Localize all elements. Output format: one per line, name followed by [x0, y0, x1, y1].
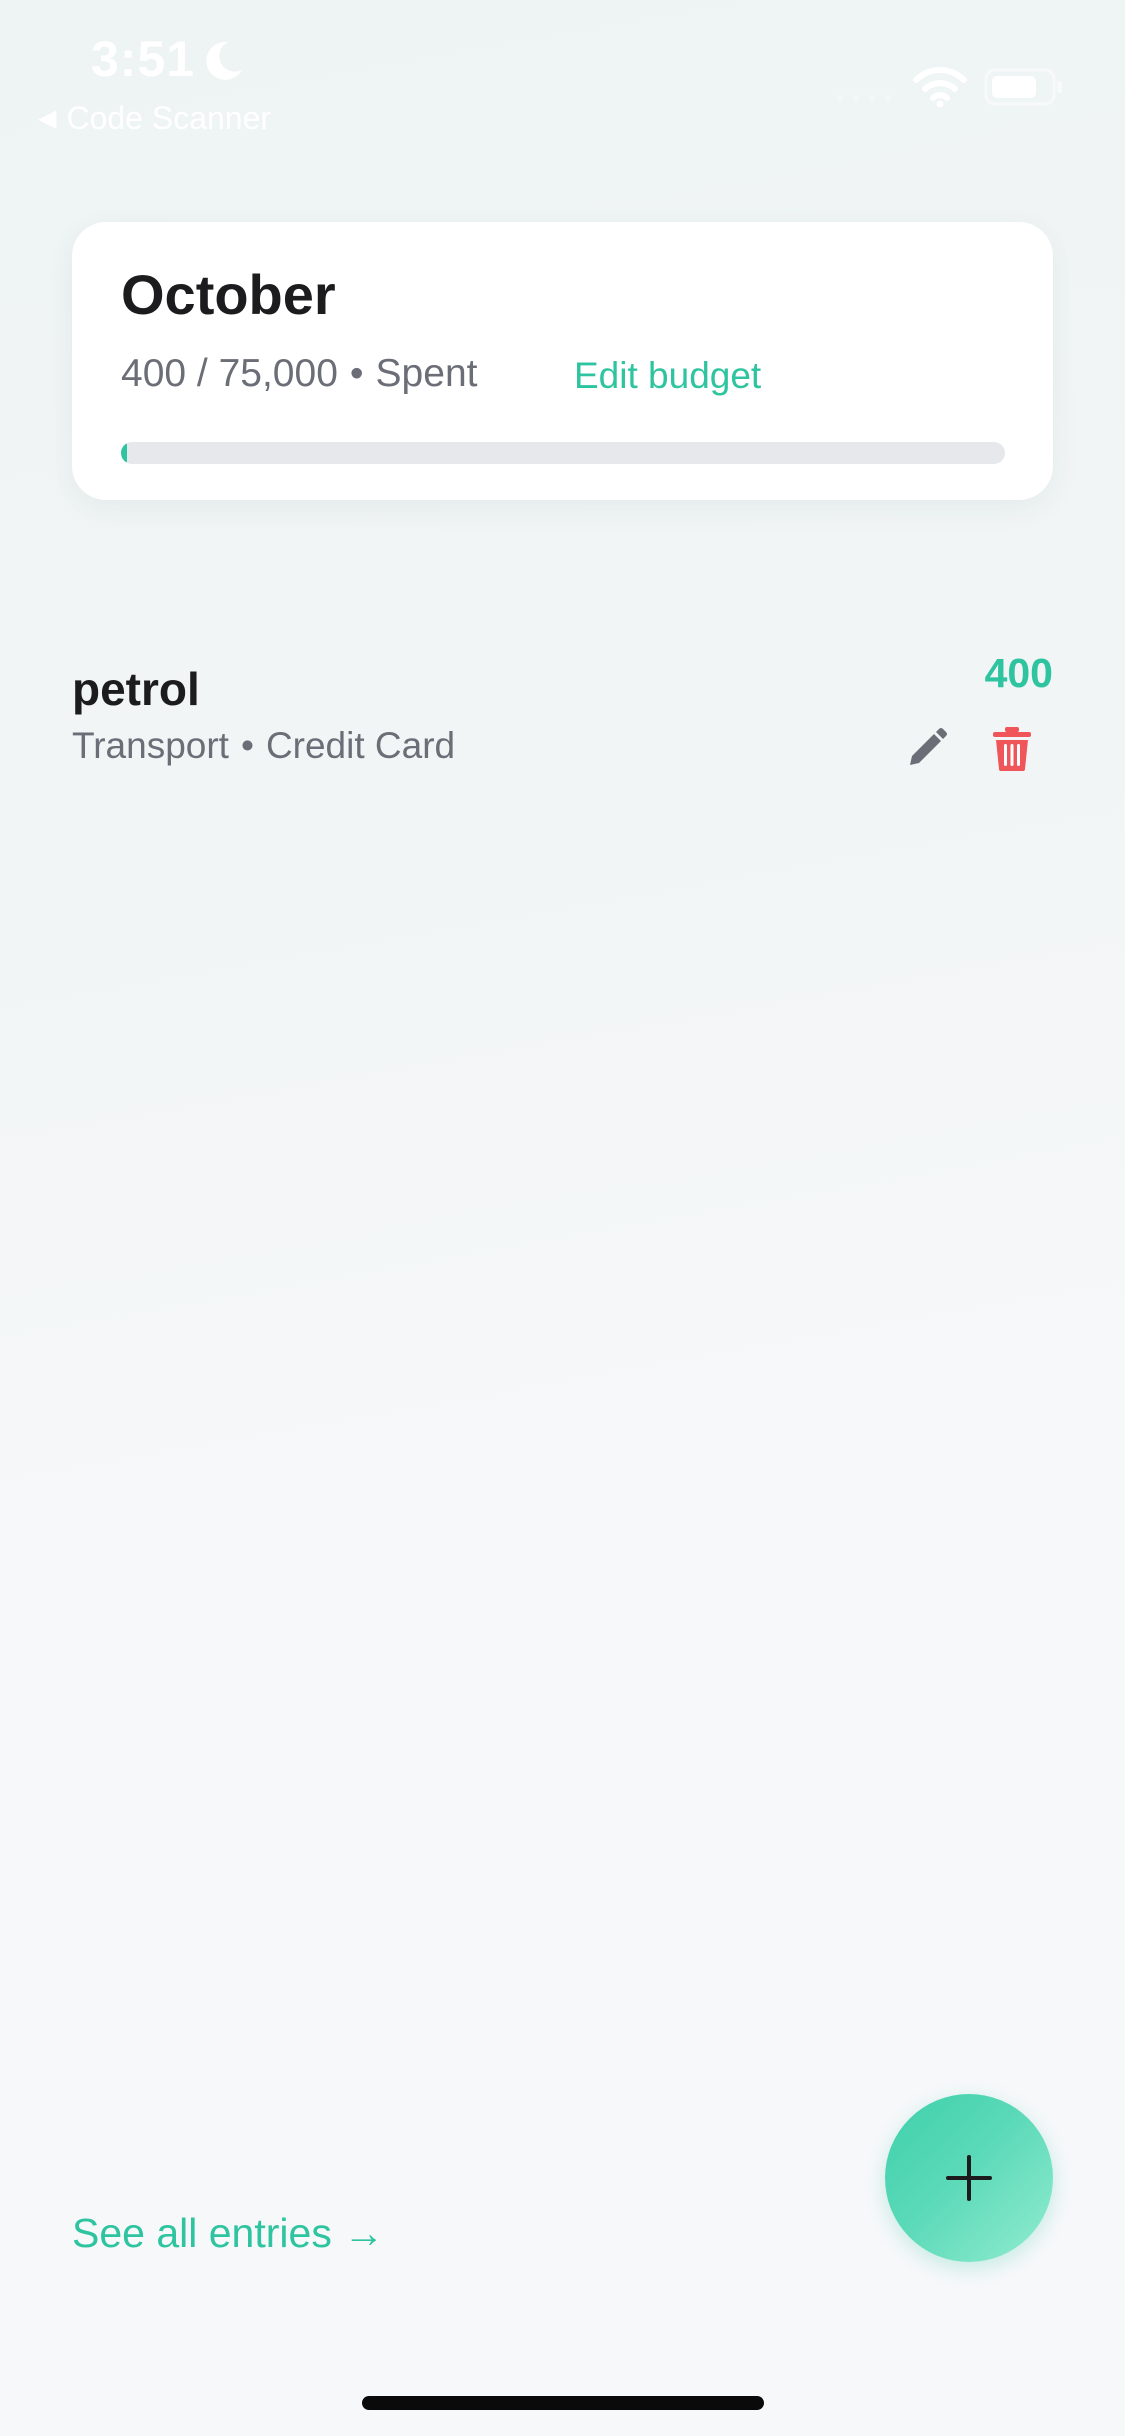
budget-spent-label: Spent	[375, 352, 478, 395]
plus-icon	[946, 2155, 992, 2201]
month-title: October	[121, 263, 336, 326]
budget-separator: /	[186, 352, 219, 395]
budget-card: October 400 / 75,000 • Spent Edit budget	[72, 222, 1053, 500]
battery-icon	[984, 68, 1062, 106]
see-all-entries-link[interactable]: See all entries →	[72, 2210, 384, 2257]
budget-progress-bar	[121, 442, 1005, 464]
separator-dot: •	[349, 352, 364, 395]
moon-icon	[206, 41, 242, 80]
trash-icon[interactable]	[990, 725, 1034, 773]
cellular-signal-icon	[837, 95, 891, 101]
budget-progress-fill	[121, 442, 127, 464]
back-to-app-link[interactable]: ◀ Code Scanner	[38, 100, 271, 137]
expense-category: Transport	[72, 725, 229, 766]
home-indicator[interactable]	[362, 2396, 764, 2410]
status-bar: 3:51 ◀ Code Scanner	[0, 0, 1125, 150]
pencil-icon[interactable]	[902, 725, 950, 773]
back-arrow-icon: ◀	[38, 105, 57, 132]
expense-name: petrol	[72, 663, 200, 715]
edit-budget-button[interactable]: Edit budget	[574, 355, 761, 397]
wifi-icon	[913, 67, 967, 108]
budget-total-amount: 75,000	[218, 352, 338, 395]
expense-list-item[interactable]: petrol Transport • Credit Card 400	[72, 650, 1053, 790]
expense-payment-method: Credit Card	[265, 725, 456, 766]
back-app-label: Code Scanner	[66, 100, 272, 136]
expense-amount: 400	[984, 650, 1053, 696]
budget-summary: 400 / 75,000 • Spent	[121, 352, 477, 396]
separator-dot: •	[240, 725, 254, 766]
status-time: 3:51	[91, 31, 196, 87]
budget-spent-amount: 400	[121, 352, 187, 395]
add-entry-button[interactable]	[885, 2094, 1053, 2262]
expense-meta: Transport • Credit Card	[72, 725, 455, 767]
